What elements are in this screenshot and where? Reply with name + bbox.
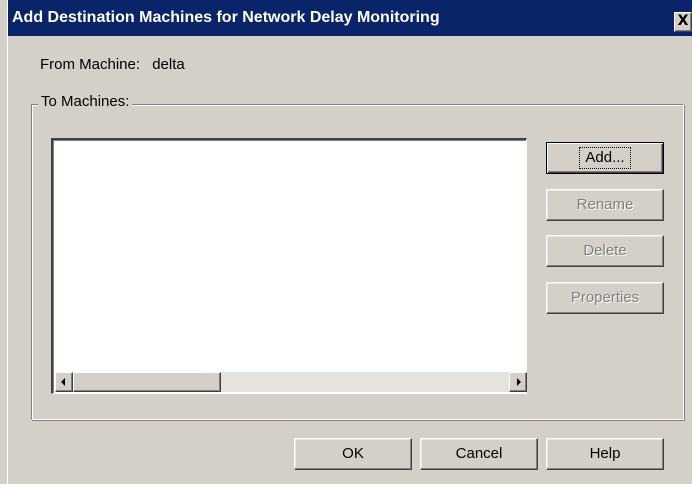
rename-button-label: Rename [576, 196, 634, 213]
from-machine-row: From Machine: delta [40, 56, 185, 73]
dialog-title: Add Destination Machines for Network Del… [12, 9, 440, 26]
scroll-right-button[interactable] [509, 372, 527, 392]
scrollbar-thumb[interactable] [73, 372, 221, 392]
from-machine-label: From Machine: [40, 56, 141, 73]
to-machines-list[interactable] [51, 138, 527, 394]
title-bar[interactable]: Add Destination Machines for Network Del… [8, 0, 692, 36]
add-button[interactable]: Add... [546, 142, 664, 174]
dialog-window: Add Destination Machines for Network Del… [0, 0, 692, 484]
delete-button[interactable]: Delete [546, 235, 664, 267]
from-machine-value: delta [152, 56, 185, 73]
cancel-button[interactable]: Cancel [420, 438, 538, 470]
delete-button-label: Delete [583, 242, 627, 259]
add-button-label: Add... [579, 147, 631, 169]
arrow-right-icon [517, 378, 521, 386]
cancel-button-label: Cancel [455, 445, 503, 462]
window-edge [0, 0, 8, 484]
scroll-left-button[interactable] [55, 372, 73, 392]
properties-button-label: Properties [570, 289, 640, 306]
properties-button[interactable]: Properties [546, 282, 664, 314]
to-machines-label: To Machines: [38, 93, 133, 110]
close-button[interactable]: X [674, 12, 692, 32]
rename-button[interactable]: Rename [546, 189, 664, 221]
horizontal-scrollbar[interactable] [55, 372, 527, 392]
help-button[interactable]: Help [546, 438, 664, 470]
arrow-left-icon [61, 378, 65, 386]
ok-button[interactable]: OK [294, 438, 412, 470]
help-button-label: Help [589, 445, 621, 462]
ok-button-label: OK [342, 445, 364, 462]
